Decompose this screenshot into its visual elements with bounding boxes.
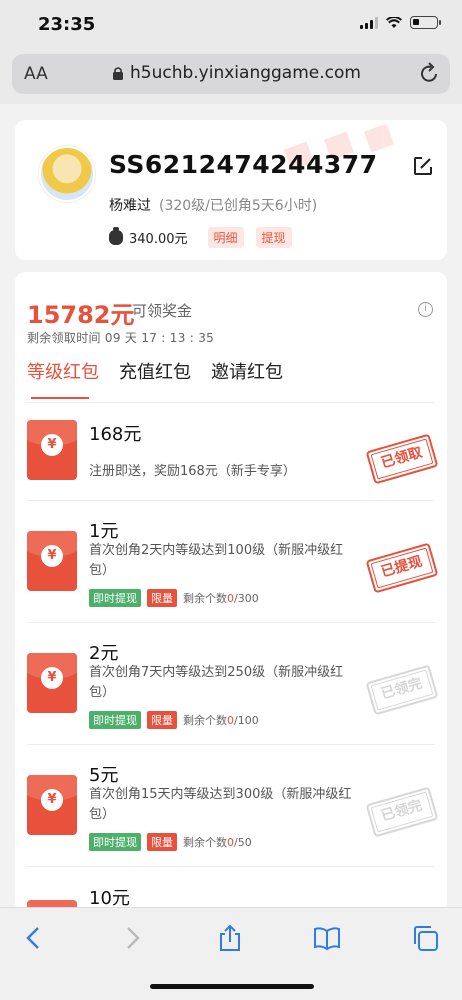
user-id: SS6212474244377 (109, 150, 378, 179)
instant-withdraw-badge: 即时提现 (89, 833, 141, 851)
edit-icon[interactable] (413, 156, 433, 176)
item-desc: 注册即送，奖励168元（新手专享） (89, 464, 296, 479)
bookmarks-icon[interactable] (313, 924, 341, 952)
browser-chrome: 23:35 AA h5uchb.yinxianggame.com (0, 0, 462, 104)
avatar (39, 146, 95, 202)
sold-out-stamp: 已领完 (365, 786, 439, 838)
list-item: ¥ 1元 首次创角2天内等级达到100级（新服冲级红包） 即时提现 限量 剩余个… (27, 517, 439, 637)
item-desc: 首次创角15天内等级达到300级（新服冲级红包） (89, 787, 352, 822)
item-desc: 首次创角2天内等级达到100级（新服冲级红包） (89, 543, 344, 578)
item-badges: 即时提现 限量 剩余个数0/100 (89, 711, 259, 729)
share-icon[interactable] (216, 924, 244, 952)
instant-withdraw-badge: 即时提现 (89, 589, 141, 607)
balance-row: 340.00元 明细 提现 (109, 227, 292, 248)
remain-count: 剩余个数0/300 (183, 592, 259, 605)
signal-icon (360, 16, 378, 29)
divider (27, 402, 435, 403)
red-packet-icon: ¥ (27, 653, 77, 713)
item-title: 168元 (89, 424, 142, 445)
forward-icon[interactable] (118, 924, 146, 952)
detail-button[interactable]: 明细 (207, 227, 244, 248)
lock-icon (113, 67, 123, 80)
money-bag-icon (109, 227, 123, 245)
item-badges: 即时提现 限量 剩余个数0/50 (89, 833, 252, 851)
url-text: h5uchb.yinxianggame.com (130, 63, 361, 83)
tab-level-red-packet[interactable]: 等级红包 (27, 358, 99, 384)
sold-out-stamp: 已领完 (365, 664, 439, 716)
red-packet-icon: ¥ (27, 420, 77, 480)
nickname: 杨难过 (109, 198, 151, 214)
tabs-icon[interactable] (411, 924, 439, 952)
back-icon[interactable] (20, 924, 48, 952)
list-item: ¥ 5元 首次创角15天内等级达到300级（新服冲级红包） 即时提现 限量 剩余… (27, 761, 439, 881)
item-title: 1元 (89, 521, 119, 542)
withdraw-button[interactable]: 提现 (255, 227, 292, 248)
info-icon[interactable]: i (418, 302, 433, 317)
limited-badge: 限量 (147, 589, 177, 607)
limited-badge: 限量 (147, 833, 177, 851)
item-title: 2元 (89, 643, 119, 664)
balance: 340.00元 (129, 232, 188, 247)
status-icons (360, 16, 441, 29)
divider (27, 622, 435, 623)
reload-icon[interactable] (420, 62, 440, 84)
nickname-line: 杨难过 (320级/已创角5天6小时) (109, 195, 317, 215)
reward-panel: 15782元 可领奖金 i 剩余领取时间 09 天 17 : 13 : 35 等… (15, 272, 447, 912)
reader-aa-button[interactable]: AA (24, 64, 48, 84)
status-time: 23:35 (38, 14, 96, 35)
divider (27, 500, 435, 501)
remain-count: 剩余个数0/50 (183, 836, 252, 849)
tab-invite-red-packet[interactable]: 邀请红包 (211, 358, 283, 384)
claimed-stamp: 已领取 (365, 433, 439, 485)
level-info: (320级/已创角5天6小时) (159, 198, 318, 214)
withdrawn-stamp: 已提现 (365, 542, 439, 594)
countdown: 剩余领取时间 09 天 17 : 13 : 35 (27, 331, 215, 345)
remain-count: 剩余个数0/100 (183, 714, 259, 727)
reward-tabs: 等级红包 充值红包 邀请红包 (27, 358, 283, 384)
home-indicator (150, 984, 314, 989)
wifi-icon (386, 16, 402, 28)
divider (27, 866, 435, 867)
list-item: ¥ 2元 首次创角7天内等级达到250级（新服冲级红包） 即时提现 限量 剩余个… (27, 639, 439, 759)
address-bar[interactable]: AA h5uchb.yinxianggame.com (12, 54, 450, 94)
item-title: 5元 (89, 765, 119, 786)
battery-icon (410, 16, 441, 29)
reward-amount-label: 可领奖金 (132, 302, 193, 320)
limited-badge: 限量 (147, 711, 177, 729)
profile-card: SS6212474244377 杨难过 (320级/已创角5天6小时) 340.0… (15, 120, 447, 260)
active-tab-indicator (31, 397, 89, 399)
red-packet-icon: ¥ (27, 531, 77, 591)
reward-amount: 15782元 (27, 301, 135, 329)
item-badges: 即时提现 限量 剩余个数0/300 (89, 589, 259, 607)
url-display[interactable]: h5uchb.yinxianggame.com (112, 63, 361, 83)
item-desc: 首次创角7天内等级达到250级（新服冲级红包） (89, 665, 344, 700)
instant-withdraw-badge: 即时提现 (89, 711, 141, 729)
divider (27, 744, 435, 745)
tab-recharge-red-packet[interactable]: 充值红包 (119, 358, 191, 384)
red-packet-icon: ¥ (27, 775, 77, 835)
